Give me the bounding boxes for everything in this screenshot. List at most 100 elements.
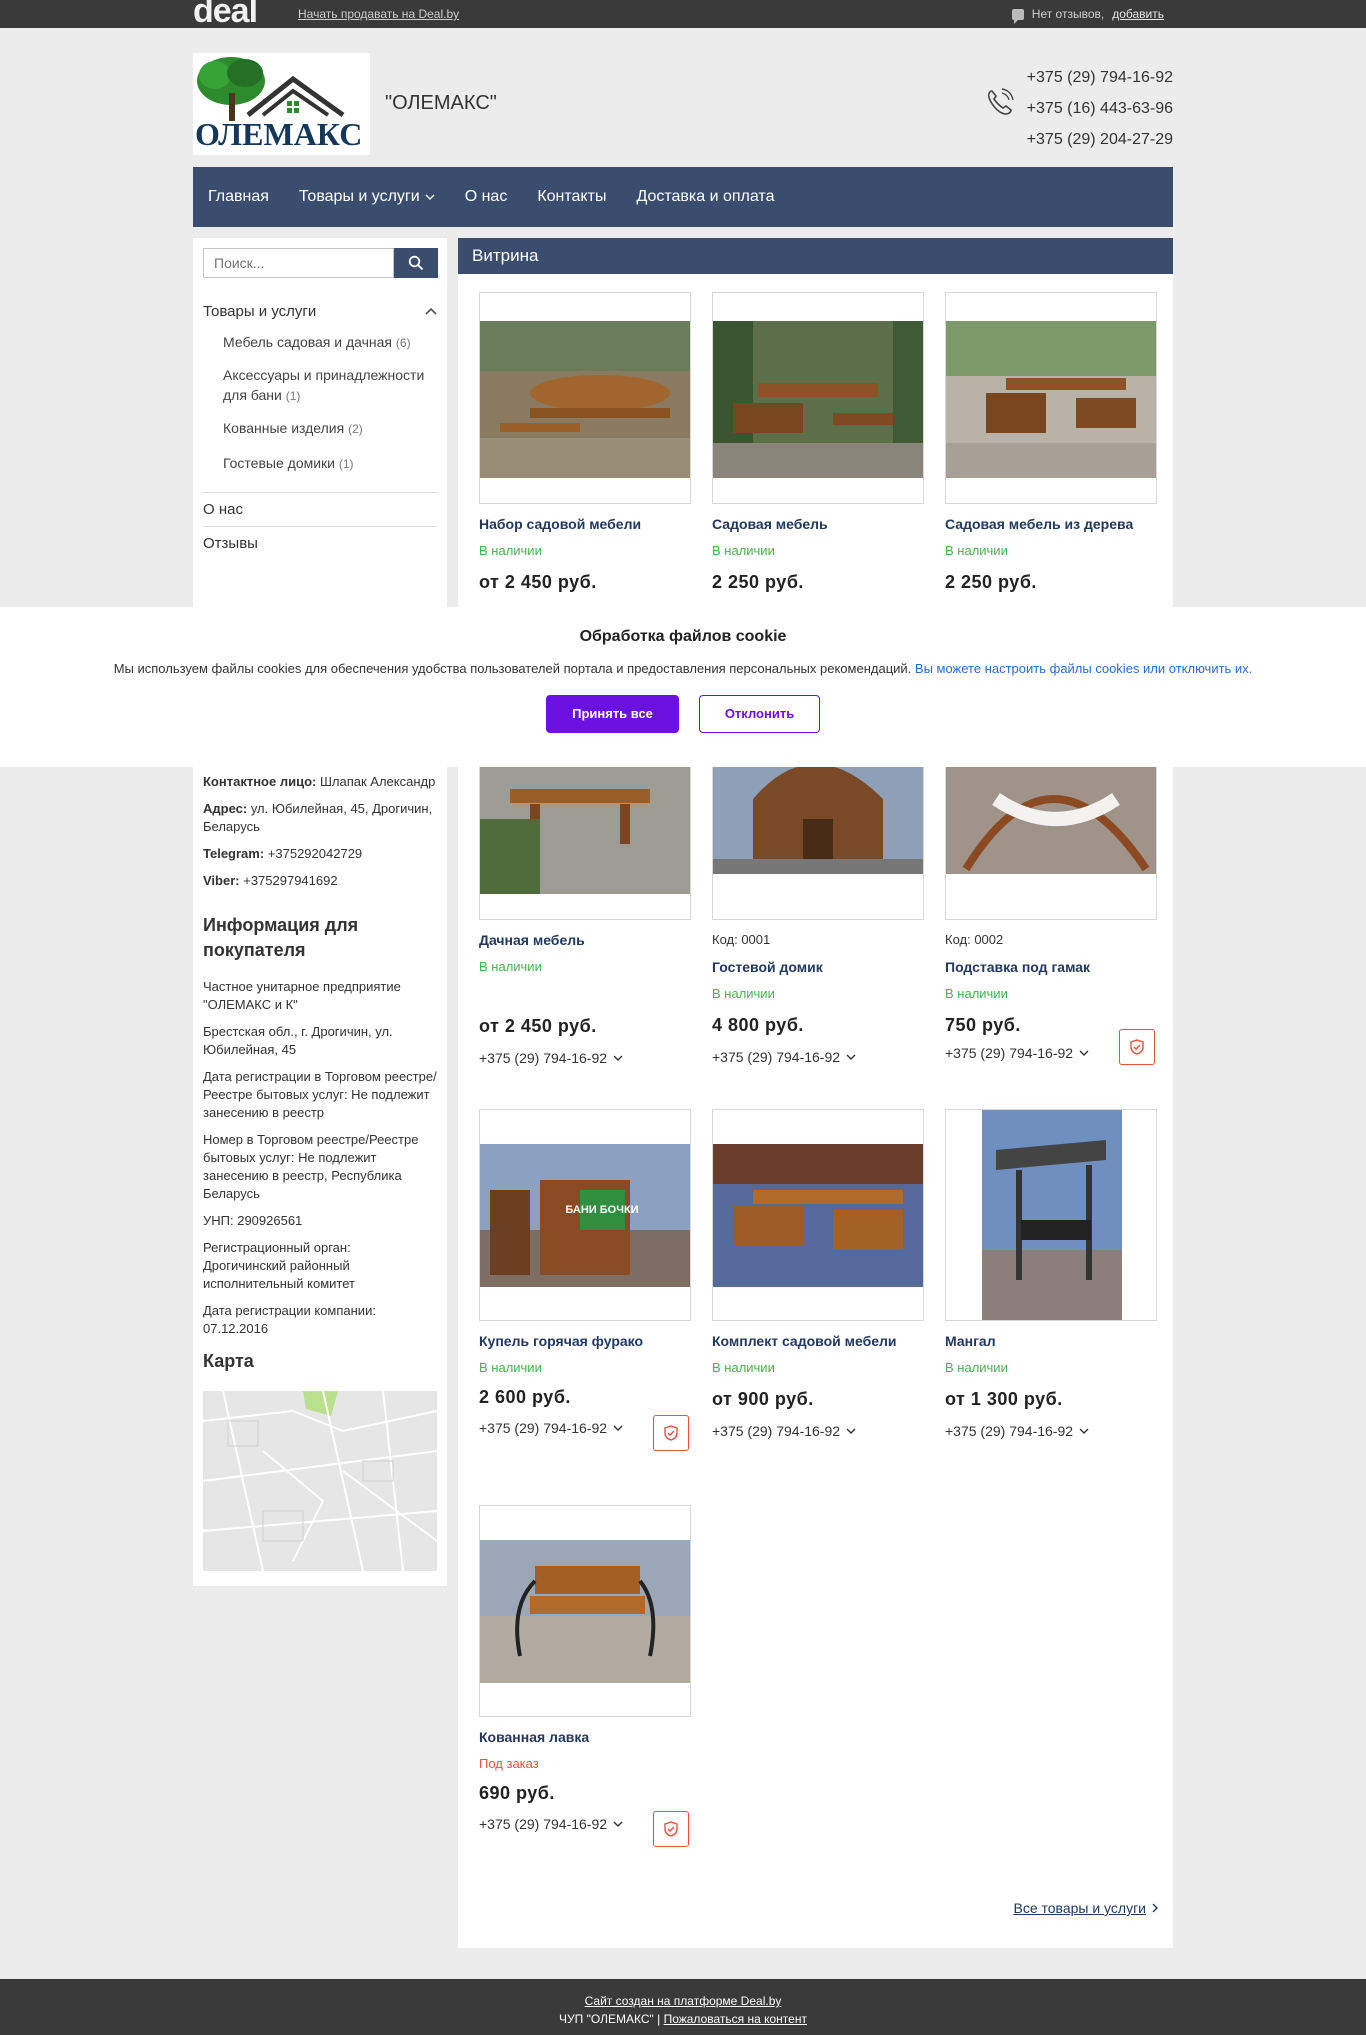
nav-contacts[interactable]: Контакты	[537, 188, 606, 206]
contact-viber: Viber: +375297941692	[203, 872, 437, 890]
nav-home[interactable]: Главная	[208, 188, 269, 206]
buyer-info: Частное унитарное предприятие "ОЛЕМАКС и…	[203, 978, 437, 1347]
phone-number[interactable]: +375 (29) 794-16-92	[1027, 62, 1173, 93]
protection-badge[interactable]	[653, 1811, 689, 1847]
sidebar-link-reviews[interactable]: Отзывы	[203, 526, 437, 560]
contact-telegram-value[interactable]: +375292042729	[268, 846, 362, 861]
product-card[interactable]: Садовая мебель из дерева В наличии 2 250…	[945, 292, 1157, 593]
start-selling-link[interactable]: Начать продавать на Deal.by	[298, 7, 459, 21]
product-phone[interactable]: +375 (29) 794-16-92	[712, 1423, 924, 1439]
product-card[interactable]: Набор садовой мебели В наличии от 2 450 …	[479, 292, 691, 593]
product-image[interactable]: БАНИ БОЧКИ	[479, 1109, 691, 1321]
product-code: Код: 0002	[945, 932, 1004, 947]
product-stock: В наличии	[945, 1360, 1008, 1375]
phone-number[interactable]: +375 (29) 204-27-29	[1027, 124, 1173, 155]
shield-check-icon	[664, 1425, 678, 1441]
chevron-down-icon	[1079, 1050, 1089, 1056]
buyer-info-line: Дата регистрации компании: 07.12.2016	[203, 1303, 376, 1336]
product-price: 2 600 руб.	[479, 1387, 571, 1407]
contact-viber-value[interactable]: +375297941692	[243, 873, 337, 888]
product-image[interactable]	[945, 292, 1157, 504]
add-review-link[interactable]: добавить	[1112, 7, 1164, 21]
catalog-toggle[interactable]: Товары и услуги	[203, 300, 437, 322]
complain-link[interactable]: Пожаловаться на контент	[664, 2012, 807, 2026]
nav-products[interactable]: Товары и услуги	[299, 188, 435, 206]
product-phone[interactable]: +375 (29) 794-16-92	[479, 1050, 691, 1066]
product-image[interactable]	[945, 1109, 1157, 1321]
chevron-right-icon	[1152, 1903, 1158, 1913]
product-image[interactable]	[712, 1109, 924, 1321]
location-map[interactable]	[203, 1391, 437, 1571]
logo-text: ОЛЕМАКС	[195, 116, 363, 152]
map-image	[203, 1391, 437, 1571]
product-price: 2 250 руб.	[945, 572, 1037, 592]
cookie-title: Обработка файлов cookie	[579, 628, 787, 645]
showcase-panel: Витрина Набор садовой мебели В наличии о…	[458, 238, 1173, 1948]
product-name[interactable]: Мангал	[945, 1333, 1157, 1349]
chevron-down-icon	[846, 1428, 856, 1434]
search-icon	[408, 255, 424, 271]
product-image[interactable]	[479, 1505, 691, 1717]
all-products-link[interactable]: Все товары и услуги	[1013, 1900, 1158, 1916]
product-name[interactable]: Садовая мебель	[712, 516, 924, 532]
sidebar-link-about[interactable]: О нас	[203, 492, 437, 526]
category-list: Мебель садовая и дачная (6) Аксессуары и…	[203, 332, 437, 474]
protection-badge[interactable]	[1119, 1029, 1155, 1065]
cookie-settings-link[interactable]: Вы можете настроить файлы cookies или от…	[915, 661, 1252, 676]
contact-person-label: Контактное лицо:	[203, 774, 317, 789]
product-name[interactable]: Комплект садовой мебели	[712, 1333, 924, 1349]
header-phones: +375 (29) 794-16-92 +375 (16) 443-63-96 …	[1027, 62, 1173, 155]
contact-address-label: Адрес:	[203, 801, 248, 816]
map-title: Карта	[203, 1351, 254, 1371]
phone-number[interactable]: +375 (16) 443-63-96	[1027, 93, 1173, 124]
cookie-text: Мы используем файлы cookies для обеспече…	[0, 661, 1366, 676]
product-name[interactable]: Купель горячая фурако	[479, 1333, 691, 1349]
deal-logo[interactable]: deal	[193, 0, 258, 28]
search-input[interactable]	[203, 248, 394, 278]
chevron-down-icon	[613, 1821, 623, 1827]
product-name[interactable]: Набор садовой мебели	[479, 516, 691, 532]
protection-badge[interactable]	[653, 1415, 689, 1451]
product-photo	[713, 321, 923, 478]
contact-person: Контактное лицо: Шлапак Александр	[203, 773, 437, 791]
footer: Сайт создан на платформе Deal.by ЧУП "ОЛ…	[0, 1979, 1366, 2035]
company-logo[interactable]: ОЛЕМАКС	[193, 53, 370, 155]
buyer-info-line: Дата регистрации в Торговом реестре/Реес…	[203, 1069, 437, 1120]
product-phone[interactable]: +375 (29) 794-16-92	[945, 1423, 1157, 1439]
nav-delivery[interactable]: Доставка и оплата	[636, 188, 774, 206]
product-name[interactable]: Садовая мебель из дерева	[945, 516, 1157, 532]
product-stock: В наличии	[712, 1360, 775, 1375]
category-count: (6)	[395, 336, 411, 350]
product-image[interactable]	[712, 292, 924, 504]
product-card[interactable]: Кованная лавка Под заказ 690 руб. +375 (…	[479, 1505, 691, 1847]
category-item[interactable]: Мебель садовая и дачная (6)	[223, 332, 437, 353]
product-name[interactable]: Кованная лавка	[479, 1729, 691, 1745]
showcase-title: Витрина	[458, 238, 1173, 274]
search-button[interactable]	[394, 248, 438, 278]
category-item[interactable]: Аксессуары и принадлежности для бани (1)	[223, 365, 437, 406]
reviews-text: Нет отзывов,	[1031, 7, 1105, 21]
product-name[interactable]: Гостевой домик	[712, 959, 924, 975]
product-card[interactable]: Мангал В наличии от 1 300 руб. +375 (29)…	[945, 1109, 1157, 1439]
product-image[interactable]	[479, 292, 691, 504]
product-phone-number: +375 (29) 794-16-92	[945, 1045, 1074, 1061]
product-name[interactable]: Дачная мебель	[479, 932, 691, 948]
product-stock: В наличии	[712, 543, 775, 558]
chevron-down-icon	[846, 1054, 856, 1060]
category-item[interactable]: Гостевые домики (1)	[223, 453, 437, 474]
product-card[interactable]: Комплект садовой мебели В наличии от 900…	[712, 1109, 924, 1439]
category-item[interactable]: Кованные изделия (2)	[223, 418, 437, 439]
product-price: 690 руб.	[479, 1783, 555, 1803]
decline-button[interactable]: Отклонить	[699, 695, 820, 733]
cookie-banner: Обработка файлов cookie Мы используем фа…	[0, 607, 1366, 767]
platform-link[interactable]: Сайт создан на платформе Deal.by	[585, 1994, 782, 2008]
product-card[interactable]: БАНИ БОЧКИ Купель горячая фурако В налич…	[479, 1109, 691, 1451]
house-tree-logo-icon	[197, 57, 345, 121]
nav-about[interactable]: О нас	[465, 188, 508, 206]
accept-all-button[interactable]: Принять все	[546, 695, 679, 733]
product-card[interactable]: Садовая мебель В наличии 2 250 руб.	[712, 292, 924, 593]
product-name[interactable]: Подставка под гамак	[945, 959, 1157, 975]
buyer-info-line: УНП: 290926561	[203, 1213, 303, 1228]
product-phone[interactable]: +375 (29) 794-16-92	[712, 1049, 924, 1065]
product-phone-number: +375 (29) 794-16-92	[479, 1420, 608, 1436]
